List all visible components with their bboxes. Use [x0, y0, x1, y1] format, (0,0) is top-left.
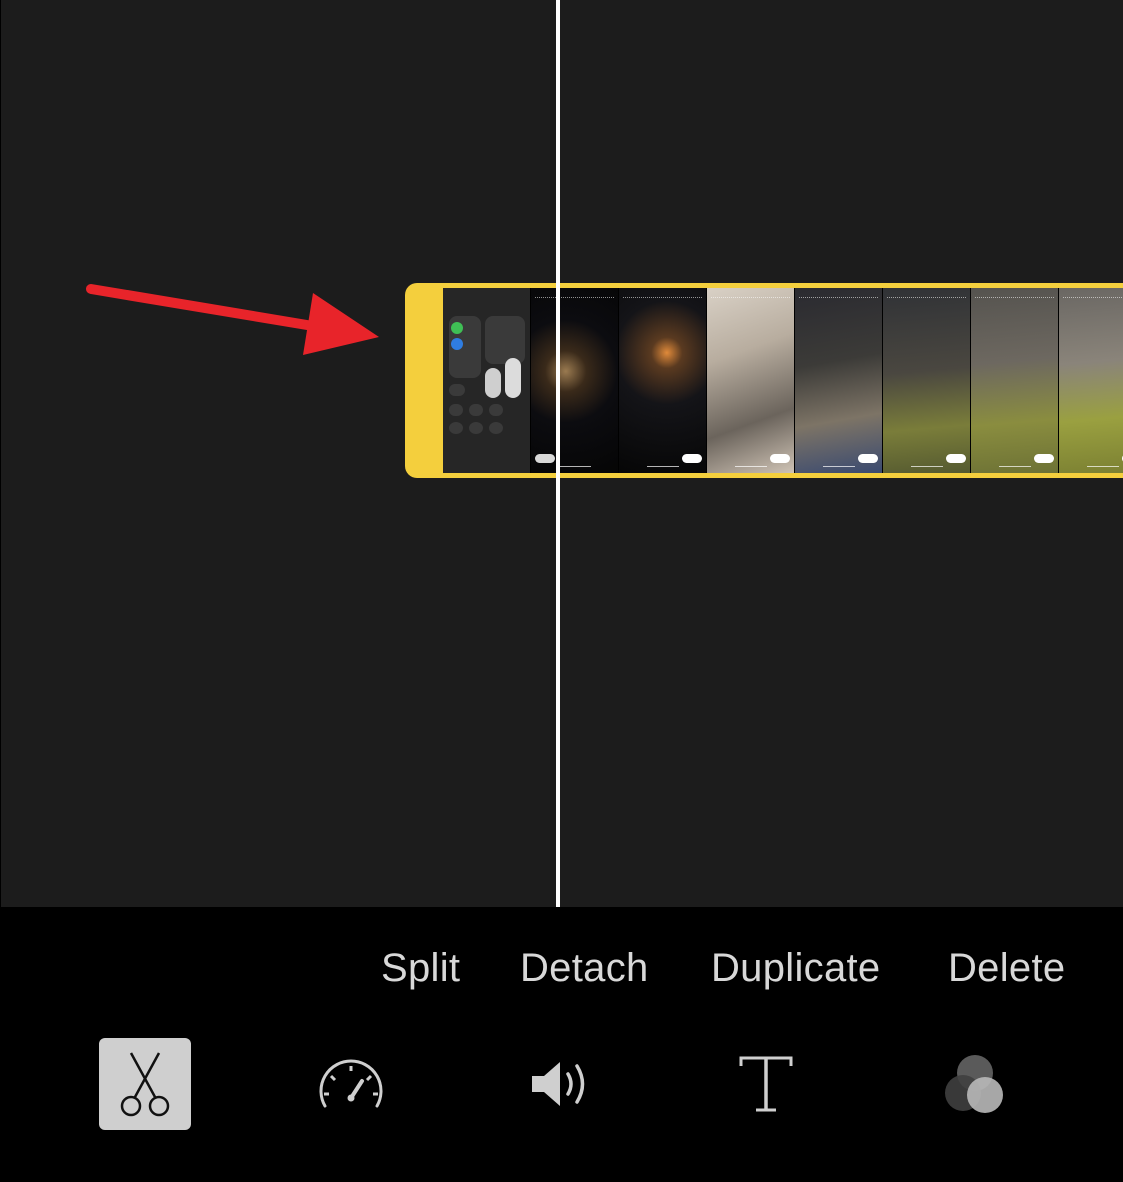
clip-thumbnail	[443, 288, 531, 473]
scissors-tool-button[interactable]	[99, 1038, 191, 1130]
clip-thumbnail	[619, 288, 707, 473]
timeline-area[interactable]	[0, 0, 1123, 907]
edit-toolbar	[0, 1038, 1123, 1130]
duplicate-button[interactable]: Duplicate	[711, 940, 880, 1000]
scissors-icon	[120, 1052, 170, 1117]
filters-icon	[945, 1055, 1003, 1113]
titles-tool-button[interactable]	[720, 1038, 812, 1130]
volume-tool-button[interactable]	[514, 1038, 606, 1130]
annotation-arrow	[86, 284, 379, 355]
clip-thumbnail	[1059, 288, 1123, 473]
clip-trim-handle[interactable]	[405, 283, 441, 478]
split-button[interactable]: Split	[381, 940, 460, 1000]
speedometer-icon	[319, 1059, 383, 1108]
volume-icon	[532, 1062, 585, 1106]
playhead	[556, 0, 560, 907]
clip-actions: Split Detach Duplicate Delete	[0, 940, 1123, 1000]
detach-button[interactable]: Detach	[520, 940, 649, 1000]
selected-video-clip[interactable]	[405, 283, 1123, 478]
clip-thumbnails	[443, 288, 1123, 473]
speed-tool-button[interactable]	[305, 1038, 397, 1130]
delete-button[interactable]: Delete	[948, 940, 1065, 1000]
clip-thumbnail	[883, 288, 971, 473]
clip-thumbnail	[971, 288, 1059, 473]
clip-thumbnail	[707, 288, 795, 473]
text-icon	[739, 1056, 793, 1112]
filters-tool-button[interactable]	[929, 1038, 1021, 1130]
clip-thumbnail	[531, 288, 619, 473]
clip-thumbnail	[795, 288, 883, 473]
